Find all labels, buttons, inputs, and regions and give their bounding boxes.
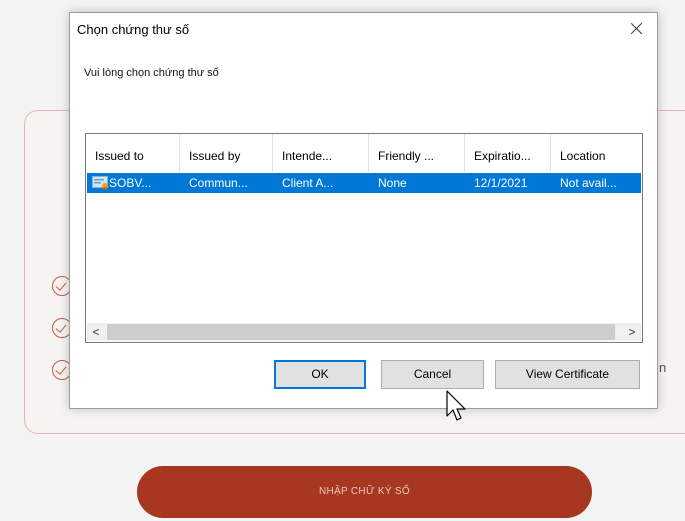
close-icon[interactable] bbox=[622, 17, 652, 41]
column-header-expiration[interactable]: Expiratio... bbox=[465, 134, 551, 172]
table-row[interactable]: SOBV... Commun... Client A... None 12/1/… bbox=[87, 173, 641, 193]
select-certificate-dialog: Chọn chứng thư số Vui lòng chọn chứng th… bbox=[69, 12, 658, 409]
column-header-intended[interactable]: Intende... bbox=[273, 134, 369, 172]
cell-friendly: None bbox=[378, 176, 407, 190]
certificate-list[interactable]: Issued to Issued by Intende... Friendly … bbox=[85, 133, 643, 343]
list-header: Issued to Issued by Intende... Friendly … bbox=[86, 134, 642, 172]
column-header-location[interactable]: Location bbox=[551, 134, 642, 172]
cancel-button[interactable]: Cancel bbox=[381, 360, 484, 389]
background-partial-text: n bbox=[659, 360, 667, 375]
cell-expiration: 12/1/2021 bbox=[474, 176, 528, 190]
mouse-pointer-icon bbox=[446, 390, 466, 421]
scrollbar-thumb[interactable] bbox=[107, 324, 615, 340]
enter-signature-button[interactable]: NHẬP CHỮ KÝ SỐ bbox=[137, 466, 592, 518]
column-header-friendly[interactable]: Friendly ... bbox=[369, 134, 465, 172]
cell-issued-to: SOBV... bbox=[109, 176, 152, 190]
cell-issued-by: Commun... bbox=[189, 176, 248, 190]
view-certificate-button[interactable]: View Certificate bbox=[495, 360, 640, 389]
cell-intended: Client A... bbox=[282, 176, 334, 190]
dialog-title: Chọn chứng thư số bbox=[77, 22, 190, 37]
column-header-issued-to[interactable]: Issued to bbox=[86, 134, 180, 172]
dialog-prompt: Vui lòng chọn chứng thư số bbox=[84, 67, 219, 79]
scroll-left-button[interactable]: < bbox=[87, 323, 105, 341]
ok-button[interactable]: OK bbox=[274, 360, 366, 389]
horizontal-scrollbar[interactable]: < > bbox=[87, 323, 641, 341]
scroll-right-button[interactable]: > bbox=[623, 323, 641, 341]
cell-location: Not avail... bbox=[560, 176, 617, 190]
column-header-issued-by[interactable]: Issued by bbox=[180, 134, 273, 172]
